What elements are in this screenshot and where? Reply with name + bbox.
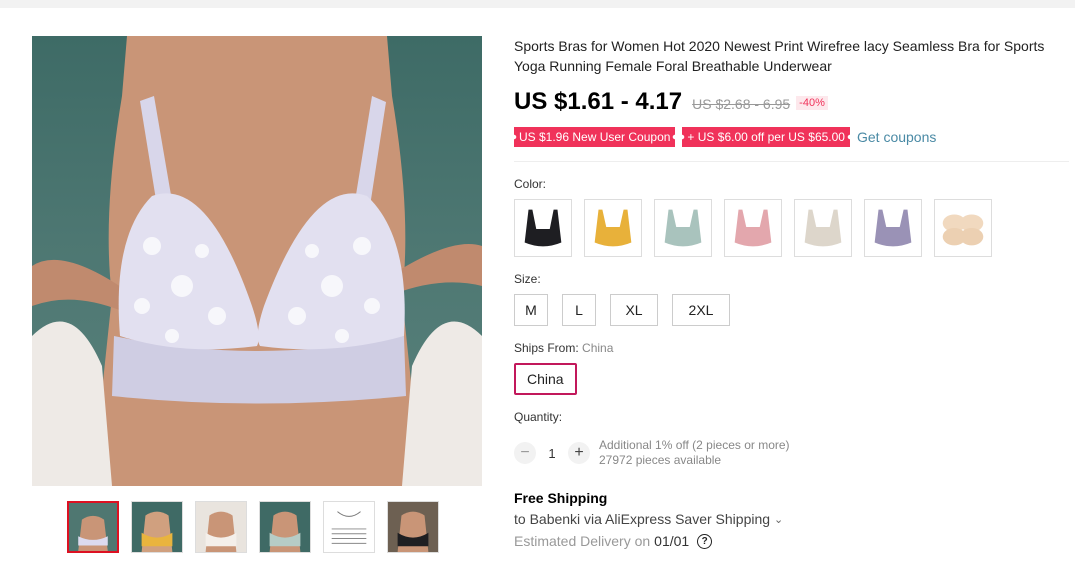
color-swatch-sage[interactable] <box>654 199 712 257</box>
main-product-image[interactable] <box>32 36 482 486</box>
original-price: US $2.68 - 6.95 <box>692 96 791 112</box>
ships-from-label: Ships From: China <box>514 341 1069 355</box>
coupon-row: US $1.96 New User Coupon + US $6.00 off … <box>514 127 1069 162</box>
size-option-m[interactable]: M <box>514 294 548 326</box>
thumbnail-size-chart[interactable] <box>323 501 375 553</box>
color-swatch-pink[interactable] <box>724 199 782 257</box>
product-info: Sports Bras for Women Hot 2020 Newest Pr… <box>514 36 1069 549</box>
thumbnail-strip <box>67 501 439 553</box>
quantity-value[interactable]: 1 <box>536 446 568 461</box>
ships-from-value: China <box>582 341 614 355</box>
estimated-delivery: Estimated Delivery on 01/01 ? <box>514 533 1069 549</box>
get-coupons-link[interactable]: Get coupons <box>857 129 936 145</box>
size-label: Size: <box>514 272 541 286</box>
quantity-decrease-button[interactable]: − <box>514 442 536 464</box>
quantity-increase-button[interactable]: + <box>568 442 590 464</box>
question-icon[interactable]: ? <box>697 533 713 549</box>
thumbnail-sage-bra[interactable] <box>259 501 311 553</box>
price-row: US $1.61 - 4.17 US $2.68 - 6.95 -40% <box>514 88 1069 116</box>
quantity-stepper: − 1 + Additional 1% off (2 pieces or mor… <box>514 438 1069 468</box>
shipping-detail: to Babenki via AliExpress Saver Shipping <box>514 511 771 527</box>
color-label: Color: <box>514 177 547 191</box>
thumbnail-yellow-bra[interactable] <box>131 501 183 553</box>
shipping-title: Free Shipping <box>514 490 608 506</box>
product-title: Sports Bras for Women Hot 2020 Newest Pr… <box>514 38 1045 74</box>
quantity-note: Additional 1% off (2 pieces or more) 279… <box>599 438 790 468</box>
delivery-date: 01/01 <box>654 533 690 549</box>
discount-badge: -40% <box>796 96 828 110</box>
sale-price: US $1.61 - 4.17 <box>514 88 683 115</box>
delivery-label: Estimated Delivery on <box>514 533 651 549</box>
quantity-label: Quantity: <box>514 410 563 424</box>
product-photo <box>32 36 482 486</box>
ships-from-title: Ships From: <box>514 341 579 355</box>
thumbnail-black-bra[interactable] <box>387 501 439 553</box>
color-swatches <box>514 199 1069 257</box>
top-bar <box>0 0 1075 8</box>
color-swatch-nude-pads[interactable] <box>934 199 992 257</box>
store-coupon[interactable]: + US $6.00 off per US $65.00 <box>682 127 850 147</box>
size-option-2xl[interactable]: 2XL <box>672 294 730 326</box>
color-swatch-black[interactable] <box>514 199 572 257</box>
shipping-method-selector[interactable]: to Babenki via AliExpress Saver Shipping… <box>514 511 1069 527</box>
size-option-l[interactable]: L <box>562 294 596 326</box>
bulk-discount-note: Additional 1% off (2 pieces or more) <box>599 438 790 452</box>
color-swatch-purple[interactable] <box>864 199 922 257</box>
ships-from-option-china[interactable]: China <box>514 363 577 395</box>
stock-available: 27972 pieces available <box>599 453 722 467</box>
thumbnail-lavender-bra[interactable] <box>67 501 119 553</box>
size-option-xl[interactable]: XL <box>610 294 658 326</box>
color-swatch-beige[interactable] <box>794 199 852 257</box>
chevron-down-icon: ⌄ <box>774 513 784 526</box>
color-swatch-yellow[interactable] <box>584 199 642 257</box>
thumbnail-white-bra[interactable] <box>195 501 247 553</box>
size-options: M L XL 2XL <box>514 294 1069 326</box>
new-user-coupon[interactable]: US $1.96 New User Coupon <box>514 127 675 147</box>
